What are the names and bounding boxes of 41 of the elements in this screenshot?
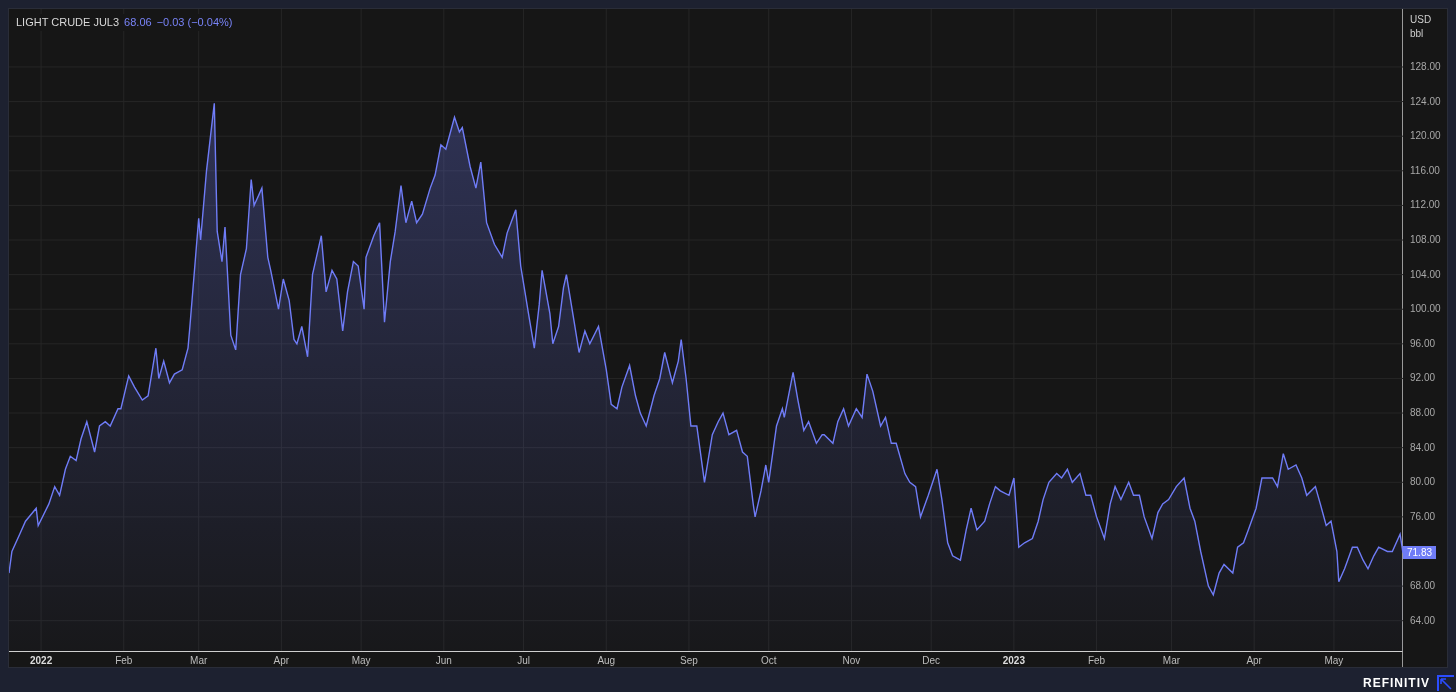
- x-axis-label: Aug: [597, 655, 616, 667]
- x-axis-label: 2022: [29, 655, 53, 667]
- y-axis-label: 84.00: [1410, 441, 1436, 454]
- x-axis-label: Sep: [680, 655, 698, 667]
- y-axis-label: 112.00: [1410, 199, 1440, 212]
- y-axis-label: 124.00: [1410, 95, 1441, 108]
- x-axis-label: May: [351, 655, 371, 667]
- y-axis-label: 80.00: [1410, 476, 1436, 489]
- brand-logo-text: REFINITIV: [1363, 675, 1430, 692]
- x-axis-label: Jun: [435, 655, 452, 667]
- y-axis-label: 108.00: [1410, 234, 1441, 246]
- unit-label: USD: [1410, 13, 1432, 27]
- y-axis-label: 96.00: [1410, 337, 1436, 350]
- x-axis-label: Mar: [190, 655, 208, 667]
- last-price-badge: 71.83: [1403, 546, 1437, 560]
- x-axis-label: Nov: [842, 655, 861, 667]
- y-axis-label: 128.00: [1410, 60, 1441, 73]
- x-axis-label: Feb: [115, 655, 133, 667]
- y-axis-label: 100.00: [1410, 303, 1441, 316]
- y-axis-label: 68.00: [1410, 580, 1436, 593]
- y-axis-label: 76.00: [1410, 510, 1436, 523]
- x-axis-label: Feb: [1087, 655, 1106, 667]
- x-axis-label: 2023: [1002, 655, 1025, 667]
- x-axis-label: May: [1324, 655, 1344, 667]
- price-change: −0.03 (−0.04%): [156, 15, 233, 30]
- y-axis-label: 64.00: [1410, 614, 1436, 627]
- y-axis-label: 120.00: [1410, 130, 1441, 143]
- y-axis-label: 104.00: [1410, 268, 1441, 281]
- unit-label: bbl: [1410, 27, 1425, 41]
- x-axis-label: Oct: [760, 655, 777, 667]
- last-price: 68.06: [124, 15, 152, 30]
- y-axis-label: 88.00: [1410, 407, 1436, 420]
- instrument-name: LIGHT CRUDE JUL3: [16, 15, 120, 30]
- x-axis-label: Apr: [1246, 655, 1262, 667]
- x-axis-label: Jul: [517, 655, 530, 667]
- y-axis-label: 116.00: [1410, 164, 1440, 177]
- y-axis-label: 92.00: [1410, 372, 1436, 385]
- x-axis-label: Apr: [273, 655, 290, 667]
- x-axis-label: Mar: [1162, 655, 1181, 667]
- arrow-logo-icon: [1436, 675, 1454, 691]
- x-axis-label: Dec: [922, 655, 941, 667]
